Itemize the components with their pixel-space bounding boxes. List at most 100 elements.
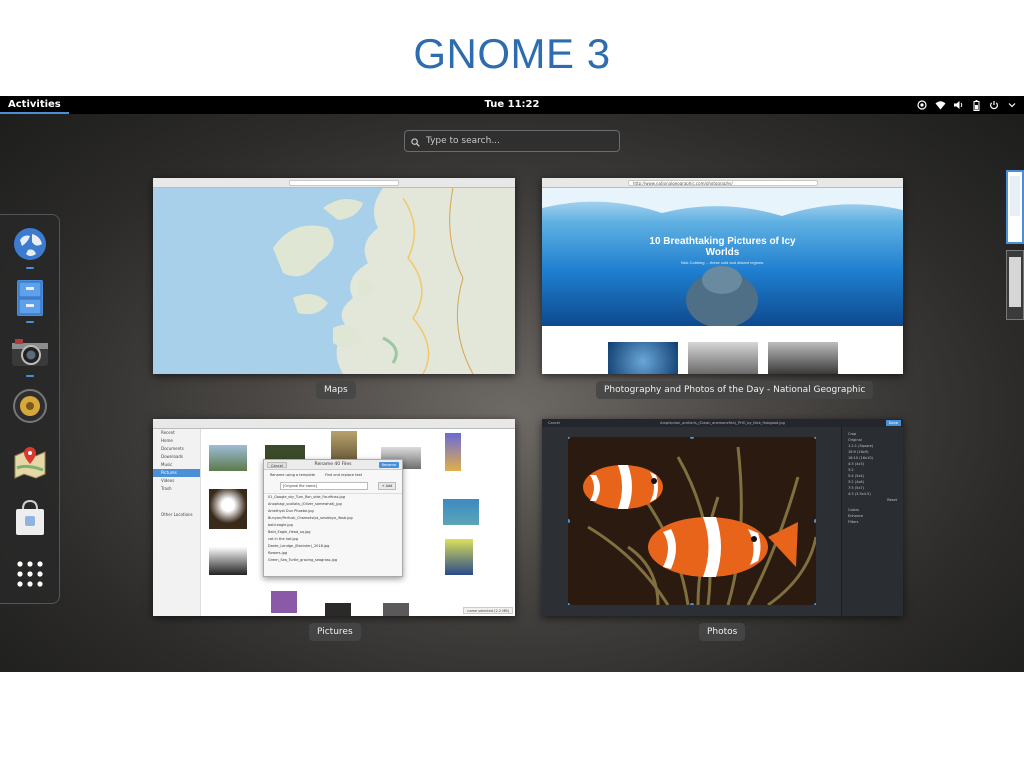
maps-window[interactable] bbox=[153, 178, 515, 374]
template-field[interactable]: [Original file name] bbox=[280, 482, 368, 490]
thumbnail-photo[interactable] bbox=[768, 342, 838, 374]
speaker-icon[interactable] bbox=[9, 385, 51, 427]
list-item: Amethyst Dun Phoebe.jpg bbox=[268, 509, 314, 513]
maps-search-field[interactable] bbox=[289, 180, 399, 186]
image-thumbnail[interactable] bbox=[325, 603, 351, 616]
running-indicator bbox=[26, 267, 34, 269]
files-header-bar bbox=[153, 419, 515, 429]
list-item: flowers.jpg bbox=[268, 551, 288, 555]
list-item: Dante_Lendge_(Banister)_2018.jpg bbox=[268, 544, 330, 548]
workspace-thumbnail[interactable] bbox=[1006, 250, 1024, 320]
map-view[interactable] bbox=[153, 188, 515, 374]
wifi-icon[interactable] bbox=[934, 99, 946, 111]
activities-button[interactable]: Activities bbox=[0, 96, 69, 114]
list-item: Bunyan/Perfusk_Chamolisiya_smokbyo_ifasb… bbox=[268, 516, 353, 520]
image-thumbnail[interactable] bbox=[445, 539, 473, 575]
running-indicator bbox=[26, 375, 34, 377]
thumbnail-photo[interactable] bbox=[608, 342, 678, 374]
photos-edit-sidebar: Crop Original 1.2:1 (Square) 16:9 (16x9)… bbox=[841, 427, 903, 616]
files-window[interactable]: Recent Home Documents Downloads Music Pi… bbox=[153, 419, 515, 616]
sidebar-item-documents[interactable]: Documents bbox=[153, 445, 200, 453]
hero-subtitle: Nick Cobbing ... these cold and distant … bbox=[680, 260, 765, 265]
window-label-browser[interactable]: Photography and Photos of the Day - Nati… bbox=[596, 381, 874, 399]
window-label-files[interactable]: Pictures bbox=[309, 623, 361, 641]
dash bbox=[0, 214, 60, 604]
sidebar-item-pictures[interactable]: Pictures bbox=[153, 469, 200, 477]
cancel-button[interactable]: Cancel bbox=[267, 462, 287, 468]
image-thumbnail[interactable] bbox=[209, 445, 247, 471]
done-button[interactable]: Done bbox=[885, 420, 901, 426]
template-row: [Original file name] + Add bbox=[270, 482, 396, 490]
list-item: 01_Google_sky_Turn_Ron_side_Fourfinas.jp… bbox=[268, 495, 345, 499]
image-thumbnail[interactable] bbox=[271, 591, 297, 613]
photos-window[interactable]: Cancel Amphiprion_ocellaris_(Clown_anemo… bbox=[542, 419, 903, 616]
files-sidebar: Recent Home Documents Downloads Music Pi… bbox=[153, 429, 201, 616]
sidebar-item-other-locations[interactable]: Other Locations bbox=[153, 511, 200, 519]
browser-window[interactable]: http://www.nationalgeographic.com/photog… bbox=[542, 178, 903, 374]
rename-dialog: Cancel Rename 40 Files Rename Rename usi… bbox=[263, 459, 403, 577]
sidebar-item-recent[interactable]: Recent bbox=[153, 429, 200, 437]
image-thumbnail[interactable] bbox=[383, 603, 409, 616]
rename-mode-options: Rename using a template Find and replace… bbox=[264, 470, 402, 480]
file-cabinet-icon[interactable] bbox=[9, 277, 51, 319]
rename-dialog-header: Cancel Rename 40 Files Rename bbox=[264, 460, 402, 470]
image-thumbnail[interactable] bbox=[445, 433, 461, 471]
maps-icon[interactable] bbox=[9, 441, 51, 483]
search-icon bbox=[411, 132, 420, 151]
browser-header-bar: http://www.nationalgeographic.com/photog… bbox=[542, 178, 903, 188]
chevron-down-icon[interactable] bbox=[1006, 99, 1018, 111]
sidebar-item-trash[interactable]: Trash bbox=[153, 485, 200, 493]
window-label-maps[interactable]: Maps bbox=[316, 381, 356, 399]
sidebar-item-home[interactable]: Home bbox=[153, 437, 200, 445]
thumbnail-photo[interactable] bbox=[688, 342, 758, 374]
hero-headline: 10 Breathtaking Pictures of Icy Worlds bbox=[649, 236, 796, 258]
rename-dialog-title: Rename 40 Files bbox=[314, 462, 352, 467]
power-icon[interactable] bbox=[988, 99, 1000, 111]
clownfish-1 bbox=[583, 465, 663, 509]
image-thumbnail[interactable] bbox=[331, 431, 357, 461]
image-thumbnail[interactable] bbox=[209, 547, 247, 575]
list-item: cat in the hat.jpg bbox=[268, 537, 298, 541]
filters-section[interactable]: Filters bbox=[842, 519, 903, 525]
volume-icon[interactable] bbox=[952, 99, 964, 111]
battery-icon[interactable] bbox=[970, 99, 982, 111]
photos-cancel-button[interactable]: Cancel bbox=[548, 419, 560, 427]
list-item: Green_Sea_Turtle_grazing_seagrass.jpg bbox=[268, 558, 338, 562]
rename-button[interactable]: Rename bbox=[378, 462, 399, 468]
camera-icon[interactable] bbox=[9, 331, 51, 373]
window-label-photos[interactable]: Photos bbox=[699, 623, 746, 641]
gnome-desktop: Activities Tue 11:22 Type to search... M… bbox=[0, 96, 1024, 672]
app-grid-icon[interactable] bbox=[9, 553, 51, 595]
photo-canvas[interactable] bbox=[568, 437, 816, 605]
status-floating-bar: name selected (2.2 MB) bbox=[463, 607, 513, 614]
photos-image-title: Amphiprion_ocellaris_(Clown_anemonefish)… bbox=[660, 421, 785, 425]
list-item: Bald_Eagle_Head_sq.jpg bbox=[268, 530, 311, 534]
rename-file-list: 01_Google_sky_Turn_Ron_side_Fourfinas.jp… bbox=[264, 493, 402, 564]
maps-header-bar bbox=[153, 178, 515, 188]
sidebar-item-music[interactable]: Music bbox=[153, 461, 200, 469]
search-placeholder: Type to search... bbox=[426, 136, 500, 146]
list-item: bald.eagle.jpg bbox=[268, 523, 293, 527]
hero-image: 10 Breathtaking Pictures of Icy Worlds N… bbox=[542, 188, 903, 326]
software-bag-icon[interactable] bbox=[9, 497, 51, 539]
photos-header-bar: Cancel Amphiprion_ocellaris_(Clown_anemo… bbox=[542, 419, 903, 427]
workspace-thumbnail[interactable] bbox=[1006, 170, 1024, 244]
image-thumbnail[interactable] bbox=[443, 499, 479, 525]
slide-title: GNOME 3 bbox=[413, 30, 611, 77]
rename-template-option[interactable]: Rename using a template bbox=[270, 473, 315, 477]
browser-url-field[interactable]: http://www.nationalgeographic.com/photog… bbox=[628, 180, 818, 186]
system-tray[interactable] bbox=[916, 98, 1018, 112]
list-item: Anophagi_scollata_(Oliver_somewhat)_jpg bbox=[268, 502, 342, 506]
add-tag-button[interactable]: + Add bbox=[378, 482, 396, 490]
web-browser-icon[interactable] bbox=[9, 223, 51, 265]
sidebar-item-videos[interactable]: Videos bbox=[153, 477, 200, 485]
clock[interactable]: Tue 11:22 bbox=[0, 96, 1024, 114]
sidebar-item-downloads[interactable]: Downloads bbox=[153, 453, 200, 461]
search-input[interactable]: Type to search... bbox=[404, 130, 620, 152]
location-icon[interactable] bbox=[916, 99, 928, 111]
top-bar: Activities Tue 11:22 bbox=[0, 96, 1024, 114]
image-thumbnail[interactable] bbox=[209, 489, 247, 529]
reset-button[interactable]: Reset bbox=[842, 497, 903, 503]
find-replace-option[interactable]: Find and replace text bbox=[325, 473, 362, 477]
running-indicator bbox=[26, 321, 34, 323]
